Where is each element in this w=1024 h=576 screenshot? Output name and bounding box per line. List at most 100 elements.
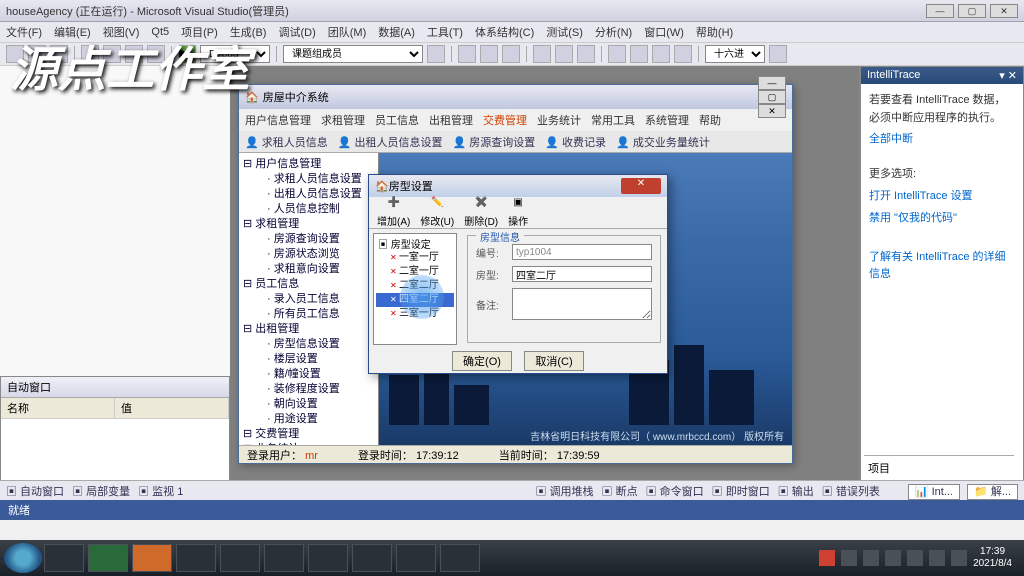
tab-intellitrace[interactable]: 📊 Int... <box>908 484 960 500</box>
menu-item[interactable]: 数据(A) <box>378 24 415 40</box>
tree-node[interactable]: · 求租人员信息设置 <box>243 172 374 187</box>
tree-node[interactable]: · 求租意向设置 <box>243 262 374 277</box>
task-icon[interactable] <box>220 544 260 572</box>
task-icon[interactable] <box>352 544 392 572</box>
tray-icon[interactable] <box>929 550 945 566</box>
tree-node[interactable]: · 房源状态浏览 <box>243 247 374 262</box>
tree-node[interactable]: · 出租人员信息设置 <box>243 187 374 202</box>
menu-item[interactable]: 业务统计 <box>537 112 581 128</box>
toolbar-button[interactable] <box>81 45 99 63</box>
type-input[interactable] <box>512 266 652 282</box>
toolbar-button[interactable] <box>28 45 46 63</box>
toolbar-button[interactable] <box>769 45 787 63</box>
toolbar-item[interactable]: 👤 房源查询设置 <box>453 134 536 150</box>
toolbar-button[interactable] <box>427 45 445 63</box>
tab-solution[interactable]: 📁 解... <box>967 484 1018 500</box>
menu-item[interactable]: 测试(S) <box>546 24 583 40</box>
id-input[interactable] <box>512 244 652 260</box>
dlg-toolbar-item[interactable]: ➕增加(A) <box>377 197 410 228</box>
toolbar-item[interactable]: 👤 收费记录 <box>545 134 606 150</box>
toolbar-button[interactable] <box>652 45 670 63</box>
toolbar-button[interactable] <box>50 45 68 63</box>
maximize-button[interactable]: ▢ <box>758 90 786 104</box>
tree-item[interactable]: 二室一厅 <box>376 265 454 279</box>
toolbar-item[interactable]: 👤 成交业务量统计 <box>616 134 710 150</box>
menu-item[interactable]: 编辑(E) <box>54 24 91 40</box>
task-icon[interactable] <box>308 544 348 572</box>
menu-item[interactable]: 项目(P) <box>181 24 218 40</box>
menu-item[interactable]: 体系结构(C) <box>475 24 534 40</box>
tree-item[interactable]: 三室一厅 <box>376 307 454 321</box>
bottom-tab[interactable]: ▣ 局部变量 <box>72 486 130 498</box>
toolbar-button[interactable] <box>674 45 692 63</box>
tree-node[interactable]: · 装修程度设置 <box>243 382 374 397</box>
toolbar-button[interactable] <box>608 45 626 63</box>
menu-item[interactable]: 工具(T) <box>427 24 463 40</box>
bottom-tab[interactable]: ▣ 即时窗口 <box>712 483 770 499</box>
bottom-tab[interactable]: ▣ 断点 <box>602 483 638 499</box>
tree-node[interactable]: · 人员信息控制 <box>243 202 374 217</box>
task-icon[interactable] <box>176 544 216 572</box>
room-type-tree[interactable]: ▣ 房型设定 一室一厅二室一厅二室二厅四室二厅三室一厅 <box>373 233 457 345</box>
bottom-tab[interactable]: ▣ 错误列表 <box>822 483 880 499</box>
taskbar-clock[interactable]: 17:39 2021/8/4 <box>973 546 1012 570</box>
tree-node[interactable]: · 录入员工信息 <box>243 292 374 307</box>
remark-input[interactable] <box>512 288 652 320</box>
toolbar-button[interactable] <box>147 45 165 63</box>
task-icon[interactable] <box>44 544 84 572</box>
menu-item[interactable]: Qt5 <box>151 26 169 38</box>
task-icon[interactable] <box>264 544 304 572</box>
task-icon[interactable] <box>88 544 128 572</box>
disable-mycode-link[interactable]: 禁用 "仅我的代码" <box>869 210 1015 228</box>
tree-node[interactable]: ⊟ 出租管理 <box>243 322 374 337</box>
config-combo[interactable]: Debug <box>200 45 270 63</box>
tray-icon[interactable] <box>841 550 857 566</box>
bottom-tab[interactable]: ▣ 自动窗口 <box>6 486 64 498</box>
menu-item[interactable]: 系统管理 <box>645 112 689 128</box>
menu-item[interactable]: 帮助 <box>699 112 721 128</box>
menu-item[interactable]: 分析(N) <box>595 24 632 40</box>
toolbar-button[interactable] <box>630 45 648 63</box>
app-nav-tree[interactable]: ⊟ 用户信息管理· 求租人员信息设置· 出租人员信息设置· 人员信息控制⊟ 求租… <box>239 153 379 445</box>
menu-item[interactable]: 调试(D) <box>278 24 315 40</box>
tree-node[interactable]: · 房源查询设置 <box>243 232 374 247</box>
bottom-tab[interactable]: ▣ 监视 1 <box>138 486 183 498</box>
menu-item[interactable]: 窗口(W) <box>644 24 684 40</box>
tree-item[interactable]: 四室二厅 <box>376 293 454 307</box>
toolbar-button[interactable] <box>555 45 573 63</box>
toolbar-button[interactable] <box>458 45 476 63</box>
toolbar-button[interactable] <box>577 45 595 63</box>
tree-node[interactable]: · 朝向设置 <box>243 397 374 412</box>
dlg-toolbar-item[interactable]: ✖️删除(D) <box>464 197 498 228</box>
task-icon[interactable] <box>396 544 436 572</box>
toolbar-button[interactable] <box>125 45 143 63</box>
open-settings-link[interactable]: 打开 IntelliTrace 设置 <box>869 188 1015 206</box>
bottom-tab[interactable]: ▣ 命令窗口 <box>646 483 704 499</box>
tree-node[interactable]: · 籍/幢设置 <box>243 367 374 382</box>
menu-item[interactable]: 常用工具 <box>591 112 635 128</box>
tree-node[interactable]: · 所有员工信息 <box>243 307 374 322</box>
col-value[interactable]: 值 <box>115 398 229 418</box>
toolbar-item[interactable]: 👤 求租人员信息 <box>245 134 328 150</box>
maximize-button[interactable]: ▢ <box>958 4 986 18</box>
close-button[interactable]: ✕ <box>621 178 661 194</box>
menu-item[interactable]: 求租管理 <box>321 112 365 128</box>
find-combo[interactable]: 课题组成员 <box>283 45 423 63</box>
tree-node[interactable]: · 房型信息设置 <box>243 337 374 352</box>
dlg-toolbar-item[interactable]: ▣操作 <box>508 197 528 228</box>
task-icon[interactable] <box>132 544 172 572</box>
toolbar-button[interactable] <box>502 45 520 63</box>
col-name[interactable]: 名称 <box>1 398 115 418</box>
learn-more-link[interactable]: 了解有关 IntelliTrace 的详细信息 <box>869 249 1015 284</box>
tree-item[interactable]: 一室一厅 <box>376 251 454 265</box>
toolbar-button[interactable] <box>103 45 121 63</box>
hex-combo[interactable]: 十六进制 <box>705 45 765 63</box>
menu-item[interactable]: 出租管理 <box>429 112 473 128</box>
tray-icon[interactable] <box>907 550 923 566</box>
tree-item[interactable]: 二室二厅 <box>376 279 454 293</box>
tree-node[interactable]: ⊟ 求租管理 <box>243 217 374 232</box>
tray-icon[interactable] <box>951 550 967 566</box>
tree-node[interactable]: · 用途设置 <box>243 412 374 427</box>
panel-close-icon[interactable]: ▾ ✕ <box>999 69 1017 82</box>
ok-button[interactable]: 确定(O) <box>452 351 512 371</box>
